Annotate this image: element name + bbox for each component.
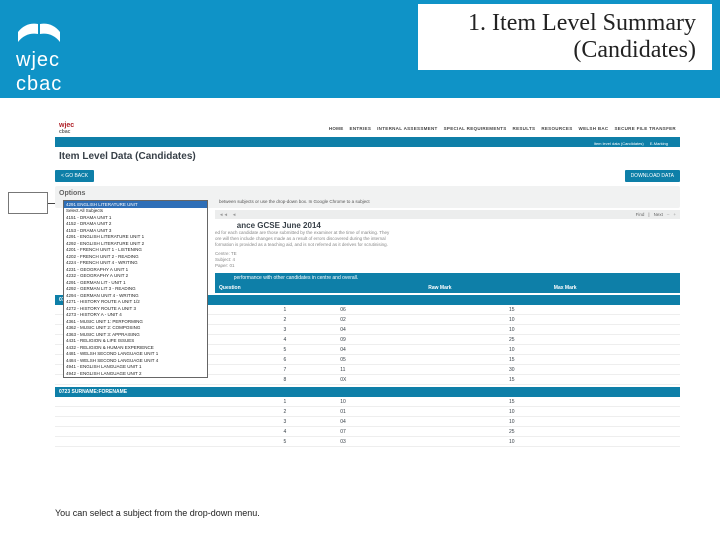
table-row: 50310 <box>55 437 680 447</box>
table-row: 20110 <box>55 407 680 417</box>
page-icon[interactable]: ◄ <box>232 212 236 217</box>
slide-title-line2: (Candidates) <box>468 37 696 64</box>
next-label[interactable]: Next <box>654 212 663 217</box>
candidate-2-table: 1101520110304104072550310 <box>55 397 680 447</box>
nav-welshbac[interactable]: WELSH BAC <box>579 126 609 131</box>
slide-title: 1. Item Level Summary (Candidates) <box>418 4 712 70</box>
subject-dropdown[interactable]: 4291 ENGLISH LITERATURE UNIT Select All … <box>63 200 208 378</box>
candidate-2-bar[interactable]: 0723 SURNAME:FORENAME <box>55 387 680 397</box>
heading-suffix: ance GCSE June 2014 <box>237 221 321 230</box>
results-table-head: Question Raw Mark Max Mark <box>215 283 680 293</box>
book-icon <box>16 20 62 46</box>
click-candidate-bar: Click cperformance with other candidates… <box>215 273 680 283</box>
subnav-item[interactable]: Item level data (Candidates) <box>594 141 644 146</box>
options-hint: between subjects or use the drop-down bo… <box>219 199 676 204</box>
options-panel: Options between subjects or use the drop… <box>55 186 680 208</box>
main-nav: HOME ENTRIES INTERNAL ASSESSMENT SPECIAL… <box>78 126 676 131</box>
dropdown-selected[interactable]: 4291 ENGLISH LITERATURE UNIT <box>64 201 207 208</box>
click-bar-text: performance with other candidates in cen… <box>234 275 359 281</box>
nav-resources[interactable]: RESOURCES <box>541 126 572 131</box>
arrow-callout <box>8 192 48 214</box>
app-screenshot: wjec cbac HOME ENTRIES INTERNAL ASSESSME… <box>55 120 680 490</box>
app-header: wjec cbac HOME ENTRIES INTERNAL ASSESSME… <box>55 120 680 139</box>
th-max: Max Mark <box>550 283 680 293</box>
sub-nav: Item level data (Candidates) E-Marking <box>55 139 680 147</box>
page-title: Item Level Data (Candidates) <box>55 147 680 166</box>
analysis-heading: Analyance GCSE June 2014 <box>215 221 680 230</box>
table-row: 11015 <box>55 397 680 407</box>
nav-internal[interactable]: INTERNAL ASSESSMENT <box>377 126 437 131</box>
nav-secure[interactable]: SECURE FILE TRANSFER <box>614 126 676 131</box>
slide-title-line1: 1. Item Level Summary <box>468 10 696 37</box>
subnav-emarking[interactable]: E-Marking <box>650 141 668 146</box>
download-data-button[interactable]: DOWNLOAD DATA <box>625 170 680 182</box>
footer-note: You can select a subject from the drop-d… <box>55 508 260 518</box>
disclaimer-3: formation is provided as a teaching aid,… <box>215 242 680 248</box>
find-label[interactable]: Find <box>636 212 645 217</box>
brand-text-2: cbac <box>16 74 62 94</box>
prev-page-icon[interactable]: ◄◄ <box>219 212 228 217</box>
callout-box <box>8 192 48 214</box>
brand-logo: wjec cbac <box>16 20 62 94</box>
options-title: Options <box>59 190 676 197</box>
button-row: < GO BACK DOWNLOAD DATA <box>55 170 680 182</box>
brand-text-1: wjec <box>16 50 62 70</box>
table-row: 30410 <box>55 417 680 427</box>
go-back-button[interactable]: < GO BACK <box>55 170 94 182</box>
app-logo: wjec cbac <box>59 122 74 135</box>
app-logo-sub: cbac <box>59 129 74 135</box>
nav-special[interactable]: SPECIAL REQUIREMENTS <box>444 126 507 131</box>
nav-entries[interactable]: ENTRIES <box>350 126 372 131</box>
top-banner: wjec cbac 1. Item Level Summary (Candida… <box>0 0 720 98</box>
nav-home[interactable]: HOME <box>329 126 344 131</box>
nav-results[interactable]: RESULTS <box>513 126 536 131</box>
app-logo-main: wjec <box>59 122 74 129</box>
th-raw: Raw Mark <box>424 283 550 293</box>
zoom-in-icon[interactable]: + <box>673 212 676 217</box>
paper-line: Paper: 01 <box>215 263 680 269</box>
pdf-toolbar: ◄◄ ◄ Find | Next – + <box>215 210 680 219</box>
dropdown-option[interactable]: 4942 - ENGLISH LANGUAGE UNIT 2 <box>64 371 207 378</box>
zoom-out-icon[interactable]: – <box>667 212 670 217</box>
table-row: 40725 <box>55 427 680 437</box>
th-question: Question <box>215 283 424 293</box>
